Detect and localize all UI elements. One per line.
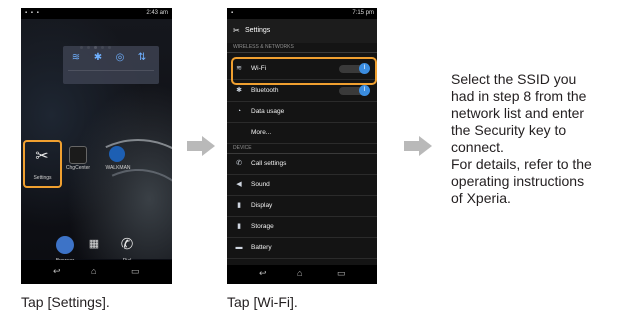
notification-icons: ▪ ▪ ▪ xyxy=(25,10,40,16)
section-header-wireless: WIRELESS & NETWORKS xyxy=(227,43,377,53)
settings-item-data-usage[interactable]: ◔ Data usage xyxy=(227,102,377,123)
settings-app[interactable]: ✂ Settings xyxy=(23,140,62,188)
status-time: 2:43 am xyxy=(146,10,168,16)
walkman-app-icon[interactable] xyxy=(109,146,125,162)
recent-apps-icon[interactable]: ▭ xyxy=(337,268,346,279)
dial-app-icon[interactable]: ✆ xyxy=(118,236,136,254)
instruction-text: Select the SSID you had in step 8 from t… xyxy=(451,71,592,206)
bluetooth-toggle[interactable]: I xyxy=(339,85,370,96)
settings-icon: ✂ xyxy=(233,26,240,35)
caption-step-settings: Tap [Settings]. xyxy=(21,294,110,310)
bluetooth-icon: ✱ xyxy=(236,87,242,94)
app-label-settings: Settings xyxy=(33,175,52,181)
nav-bar: ↩ ⌂ ▭ xyxy=(21,260,172,284)
apps-grid-icon[interactable]: ▦ xyxy=(88,238,100,250)
settings-item-call-settings[interactable]: ✆ Call settings xyxy=(227,154,377,175)
arrow-right-icon xyxy=(404,136,432,156)
settings-item-storage[interactable]: ▮ Storage xyxy=(227,217,377,238)
home-screen-phone: ▪ ▪ ▪ 2:43 am ≋ ✱ ◎ ⇅ ✂ Settings ChgCent… xyxy=(21,8,172,284)
chgcenter-app-icon[interactable] xyxy=(69,146,87,164)
status-bar: ▪ ▪ ▪ 2:43 am xyxy=(21,8,172,19)
recent-apps-icon[interactable]: ▭ xyxy=(131,266,140,277)
battery-icon: ▬ xyxy=(235,244,243,251)
page-title: Settings xyxy=(245,27,271,34)
notification-icons: ▪ xyxy=(231,10,234,16)
caption-step-wifi: Tap [Wi-Fi]. xyxy=(227,294,298,310)
home-icon[interactable]: ⌂ xyxy=(91,266,96,276)
settings-item-bluetooth[interactable]: ✱ Bluetooth I xyxy=(227,81,377,102)
speaker-icon: ◀ xyxy=(236,181,242,188)
quick-settings-widget[interactable]: ≋ ✱ ◎ ⇅ xyxy=(63,46,159,84)
tools-icon: ✂ xyxy=(35,148,49,165)
status-bar: ▪ 7:15 pm xyxy=(227,8,377,19)
back-icon[interactable]: ↩ xyxy=(53,266,61,277)
wallpaper: ≋ ✱ ◎ ⇅ ✂ Settings ChgCenter WALKMAN Bro… xyxy=(21,19,172,284)
settings-item-battery[interactable]: ▬ Battery xyxy=(227,238,377,259)
data-icon[interactable]: ⇅ xyxy=(135,52,149,64)
section-header-device: DEVICE xyxy=(227,144,377,154)
arrow-right-icon xyxy=(187,136,215,156)
status-time: 7:15 pm xyxy=(352,10,374,16)
data-usage-icon: ◔ xyxy=(236,108,242,115)
display-icon: ▮ xyxy=(237,202,241,209)
settings-screen-phone: ▪ 7:15 pm ✂ Settings WIRELESS & NETWORKS… xyxy=(227,8,377,284)
app-label-walkman: WALKMAN xyxy=(105,165,131,171)
settings-item-display[interactable]: ▮ Display xyxy=(227,196,377,217)
browser-app-icon[interactable] xyxy=(56,236,74,254)
app-label-chgcenter: ChgCenter xyxy=(65,165,91,171)
wifi-icon[interactable]: ≋ xyxy=(69,52,83,64)
sync-icon[interactable]: ◎ xyxy=(113,52,127,64)
settings-item-more[interactable]: More... xyxy=(227,123,377,144)
settings-item-sound[interactable]: ◀ Sound xyxy=(227,175,377,196)
nav-bar: ↩ ⌂ ▭ xyxy=(227,265,377,284)
home-icon[interactable]: ⌂ xyxy=(297,268,302,278)
back-icon[interactable]: ↩ xyxy=(259,268,267,279)
settings-header: ✂ Settings xyxy=(227,19,377,43)
bluetooth-icon[interactable]: ✱ xyxy=(91,52,105,64)
storage-icon: ▮ xyxy=(237,223,241,230)
phone-icon: ✆ xyxy=(236,160,242,167)
